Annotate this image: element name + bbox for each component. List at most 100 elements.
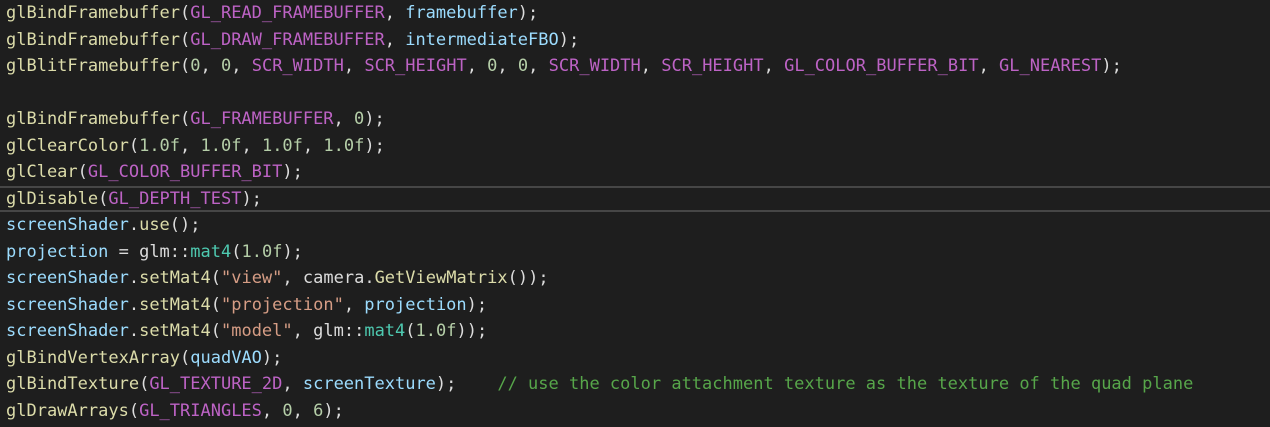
punctuation-token: ); (517, 3, 539, 23)
punctuation-token: ); (241, 188, 262, 209)
code-line[interactable]: glBindTexture(GL_TEXTURE_2D, screenTextu… (0, 371, 1270, 398)
punctuation-token: ); (1101, 56, 1122, 76)
code-line[interactable]: ​ (0, 80, 1270, 107)
code-editor[interactable]: glBindFramebuffer(GL_READ_FRAMEBUFFER, f… (0, 0, 1270, 427)
punctuation-token: , (241, 135, 262, 156)
number-token: 1.0f (139, 135, 181, 156)
punctuation-token: ( (128, 400, 140, 421)
type-token: mat4 (190, 241, 232, 262)
punctuation-token: ( (180, 109, 191, 129)
punctuation-token: . (128, 321, 140, 341)
punctuation-token: ( (128, 135, 140, 156)
macro-token: SCR_HEIGHT (364, 56, 467, 76)
code-line[interactable]: screenShader.setMat4("view", camera.GetV… (0, 265, 1270, 292)
function-token: glDisable (6, 188, 99, 209)
function-token: use (139, 215, 170, 235)
string-token: "model" (220, 321, 293, 341)
number-token: 1.0f (415, 321, 457, 341)
punctuation-token: ); (282, 162, 303, 182)
code-line[interactable]: glDrawArrays(GL_TRIANGLES, 0, 6); (0, 398, 1270, 425)
macro-token: GL_DRAW_FRAMEBUFFER (190, 29, 385, 50)
code-line[interactable]: glBlitFramebuffer(0, 0, SCR_WIDTH, SCR_H… (0, 53, 1270, 80)
punctuation-token: . (364, 268, 375, 288)
macro-token: SCR_HEIGHT (661, 56, 764, 76)
code-line[interactable]: glBindFramebuffer(GL_FRAMEBUFFER, 0); (0, 106, 1270, 133)
punctuation-token: , (261, 400, 283, 421)
function-token: setMat4 (139, 268, 211, 288)
punctuation-token: , (343, 56, 365, 76)
punctuation-token: ( (231, 241, 242, 262)
macro-token: GL_TRIANGLES (139, 400, 262, 421)
punctuation-token: , (282, 374, 303, 394)
code-line[interactable]: glBindVertexArray(quadVAO); (0, 345, 1270, 372)
macro-token: GL_COLOR_BUFFER_BIT (784, 56, 979, 76)
punctuation-token: ); (323, 400, 344, 421)
punctuation-token: , (231, 56, 252, 76)
punctuation-token: ( (77, 162, 88, 182)
punctuation-token: , (978, 56, 1000, 76)
number-token: 1.0f (261, 135, 303, 156)
code-line[interactable]: glClearColor(1.0f, 1.0f, 1.0f, 1.0f); (0, 133, 1270, 160)
punctuation-token: ()); (507, 268, 549, 288)
punctuation-token: ); (364, 135, 385, 156)
code-line[interactable]: screenShader.setMat4("model", glm::mat4(… (0, 318, 1270, 345)
punctuation-token: , (384, 3, 406, 23)
number-token: 1.0f (200, 135, 242, 156)
punctuation-token: ( (405, 321, 416, 341)
comment-token: // use the color attachment texture as t… (497, 374, 1194, 394)
punctuation-token: )); (456, 321, 488, 341)
string-token: "projection" (220, 294, 344, 315)
number-token: 0 (190, 56, 201, 76)
function-token: glBindFramebuffer (6, 3, 180, 23)
macro-token: GL_TEXTURE_2D (149, 374, 283, 394)
code-line[interactable]: glBindFramebuffer(GL_READ_FRAMEBUFFER, f… (0, 0, 1270, 27)
number-token: 1.0f (323, 135, 365, 156)
current-code-line[interactable]: glDisable(GL_DEPTH_TEST); (0, 185, 1270, 212)
punctuation-token: ( (180, 347, 191, 368)
punctuation-token: , (292, 321, 314, 341)
punctuation-token: , (343, 294, 365, 315)
code-line[interactable]: screenShader.setMat4("projection", proje… (0, 292, 1270, 319)
punctuation-token: ( (139, 374, 150, 394)
punctuation-token: = (108, 241, 140, 262)
function-token: glDrawArrays (6, 400, 129, 421)
punctuation-token: ); (364, 109, 385, 129)
code-line[interactable]: screenShader.use(); (0, 212, 1270, 239)
punctuation-token: ); (558, 29, 580, 50)
punctuation-token: , (333, 109, 355, 129)
punctuation-token: , (180, 135, 201, 156)
function-token: glBindTexture (6, 374, 140, 394)
code-line[interactable]: projection = glm::mat4(1.0f); (0, 239, 1270, 266)
number-token: 6 (313, 400, 324, 421)
punctuation-token: ( (180, 29, 191, 50)
punctuation-token: :: (343, 321, 365, 341)
variable-token: screenShader (6, 294, 129, 315)
punctuation-token: , (292, 400, 314, 421)
punctuation-token: , (640, 56, 662, 76)
code-line[interactable]: glBindFramebuffer(GL_DRAW_FRAMEBUFFER, i… (0, 27, 1270, 54)
punctuation-token: ( (180, 56, 191, 76)
punctuation-token: , (763, 56, 785, 76)
punctuation-token: ( (98, 188, 109, 209)
variable-token: quadVAO (190, 347, 262, 368)
punctuation-token: . (128, 268, 140, 288)
number-token: 0 (354, 109, 365, 129)
punctuation-token: ); (466, 294, 488, 315)
variable-token: screenTexture (302, 374, 436, 394)
code-line[interactable]: glClear(GL_COLOR_BUFFER_BIT); (0, 159, 1270, 186)
number-token: 0 (517, 56, 529, 76)
function-token: glBlitFramebuffer (6, 56, 180, 76)
punctuation-token: , (384, 29, 406, 50)
variable-token: projection (364, 294, 467, 315)
punctuation-token: ( (180, 3, 191, 23)
punctuation-token: , (200, 56, 221, 76)
function-token: glBindVertexArray (6, 347, 180, 368)
macro-token: GL_COLOR_BUFFER_BIT (87, 162, 283, 182)
namespace-token: glm (313, 321, 344, 341)
punctuation-token: camera (302, 268, 365, 288)
punctuation-token: , (497, 56, 518, 76)
macro-token: SCR_WIDTH (251, 56, 344, 76)
punctuation-token: . (128, 215, 140, 235)
punctuation-token: ); (261, 347, 283, 368)
namespace-token: glm (139, 241, 170, 262)
